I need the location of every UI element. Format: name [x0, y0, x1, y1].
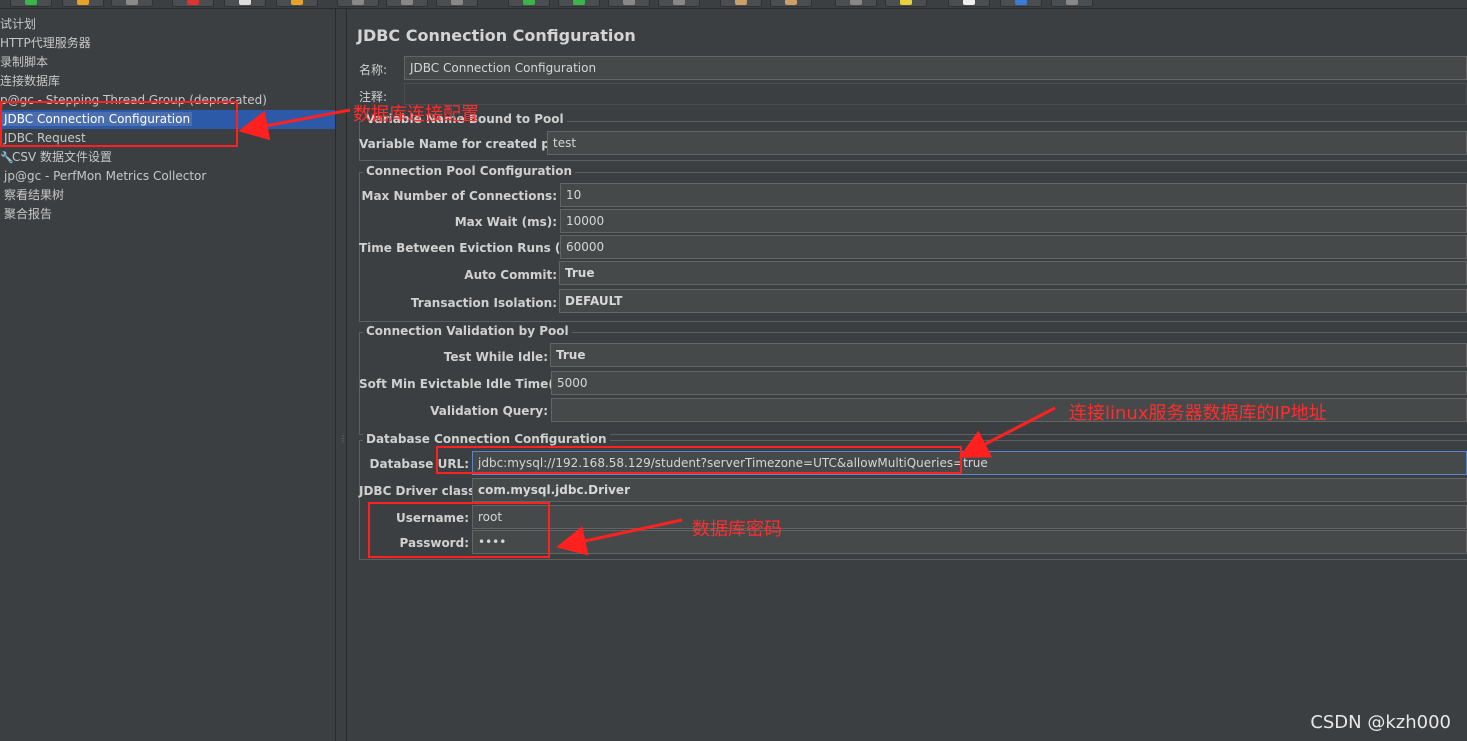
- watermark: CSDN @kzh000: [1310, 712, 1451, 733]
- arrow-to-password: [556, 518, 683, 556]
- annotation-arrows: [238, 108, 1056, 556]
- arrow-to-url: [958, 406, 1056, 458]
- arrow-to-config: [238, 108, 351, 141]
